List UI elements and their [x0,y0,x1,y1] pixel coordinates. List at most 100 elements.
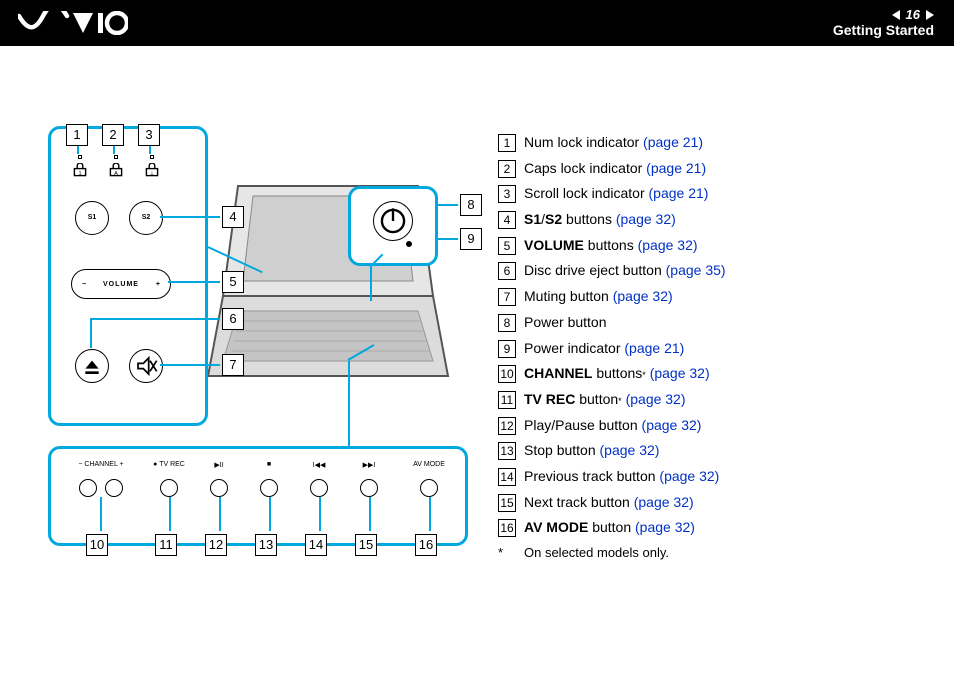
power-detail-panel [348,186,438,266]
power-button-icon [373,201,413,241]
legend-text: Play/Pause button [524,415,642,437]
legend-number: 6 [498,262,516,280]
legend-text: Stop button [524,440,600,462]
page-link[interactable]: (page 32) [616,209,676,231]
callout-7: 7 [222,354,244,376]
svg-text:A: A [114,171,118,177]
legend-row: 16AV MODE button (page 32) [498,517,918,539]
callout-10: 10 [86,534,108,556]
legend-row: 13 Stop button (page 32) [498,440,918,462]
volume-rocker-icon: − VOLUME + [71,269,171,299]
page-number: 16 [892,7,934,23]
legend-text: Disc drive eject button [524,260,666,282]
page-link[interactable]: (page 32) [634,492,694,514]
header-bar: 16 Getting Started [0,0,954,46]
legend-row: 14Previous track button (page 32) [498,466,918,488]
legend-row: 3 Scroll lock indicator (page 21) [498,183,918,205]
legend-text: Caps lock indicator [524,158,646,180]
legend-text: buttons [584,235,638,257]
legend-number: 8 [498,314,516,332]
page-link[interactable]: (page 32) [638,235,698,257]
legend-number: 4 [498,211,516,229]
legend-number: 16 [498,519,516,537]
diagram: 8 9 1 A ⤓ S1 S2 − VOLUME [48,126,478,566]
legend-row: 2Caps lock indicator (page 21) [498,158,918,180]
legend-text: AV MODE [524,517,588,539]
page-link[interactable]: (page 21) [646,158,706,180]
power-indicator-icon [406,241,412,247]
legend-number: 3 [498,185,516,203]
legend-text: Scroll lock indicator [524,183,649,205]
legend-row: 7 Muting button (page 32) [498,286,918,308]
svg-text:1: 1 [78,171,81,177]
page-link[interactable]: (page 35) [666,260,726,282]
page-link[interactable]: (page 32) [659,466,719,488]
legend-number: 5 [498,237,516,255]
legend-text: CHANNEL [524,363,592,385]
prev-page-icon[interactable] [892,10,900,20]
footnote: *On selected models only. [498,543,918,563]
footnote-mark: * [498,543,524,563]
next-page-icon[interactable] [926,10,934,20]
s2-button-icon: S2 [129,201,163,235]
legend-number: 12 [498,417,516,435]
page-link[interactable]: (page 32) [613,286,673,308]
legend-text: button [575,389,618,411]
legend-text: Power indicator [524,338,624,360]
page: 16 Getting Started [0,0,954,674]
playpause-icon [210,479,228,497]
legend-row: 6 Disc drive eject button (page 35) [498,260,918,282]
eject-button-icon [75,349,109,383]
callout-5: 5 [222,271,244,293]
legend-text: Next track button [524,492,634,514]
legend-number: 14 [498,468,516,486]
legend-text: S2 [545,209,562,231]
next-track-icon [360,479,378,497]
page-link[interactable]: (page 21) [643,132,703,154]
legend-row: 9Power indicator (page 21) [498,338,918,360]
legend-text: VOLUME [524,235,584,257]
legend-text: Muting button [524,286,613,308]
legend-row: 1Num lock indicator (page 21) [498,132,918,154]
vaio-logo [18,11,128,35]
legend-text: TV REC [524,389,575,411]
legend-list: 1Num lock indicator (page 21) 2Caps lock … [498,132,918,563]
callout-16: 16 [415,534,437,556]
section-title: Getting Started [833,22,934,39]
legend-number: 10 [498,365,516,383]
legend-row: 5 VOLUME buttons (page 32) [498,235,918,257]
page-link[interactable]: (page 32) [650,363,710,385]
callout-8: 8 [460,194,482,216]
page-number-value: 16 [906,7,920,23]
legend-row: 11TV REC button* (page 32) [498,389,918,411]
s1-button-icon: S1 [75,201,109,235]
stop-icon [260,479,278,497]
header-right: 16 Getting Started [833,7,934,39]
callout-14: 14 [305,534,327,556]
legend-text: buttons [562,209,616,231]
numlock-icon: 1 [73,163,87,177]
legend-row: 4S1/S2 buttons (page 32) [498,209,918,231]
page-link[interactable]: (page 21) [624,338,684,360]
page-link[interactable]: (page 32) [600,440,660,462]
legend-text: Power button [524,312,607,334]
page-link[interactable]: (page 21) [649,183,709,205]
legend-number: 13 [498,442,516,460]
callout-11: 11 [155,534,177,556]
page-link[interactable]: (page 32) [635,517,695,539]
vaio-logo-svg [18,11,128,35]
tvrec-icon [160,479,178,497]
avmode-icon [420,479,438,497]
main-button-panel: 1 A ⤓ S1 S2 − VOLUME + [48,126,208,426]
media-button-panel: − CHANNEL + ● TV REC ▶II ■ I◀◀ ▶▶I AV MO… [48,446,468,546]
capslock-icon: A [109,163,123,177]
page-link[interactable]: (page 32) [642,415,702,437]
legend-row: 10CHANNEL buttons* (page 32) [498,363,918,385]
callout-3: 3 [138,124,160,146]
legend-number: 7 [498,288,516,306]
callout-2: 2 [102,124,124,146]
legend-number: 15 [498,494,516,512]
legend-row: 12 Play/Pause button (page 32) [498,415,918,437]
callout-15: 15 [355,534,377,556]
page-link[interactable]: (page 32) [626,389,686,411]
